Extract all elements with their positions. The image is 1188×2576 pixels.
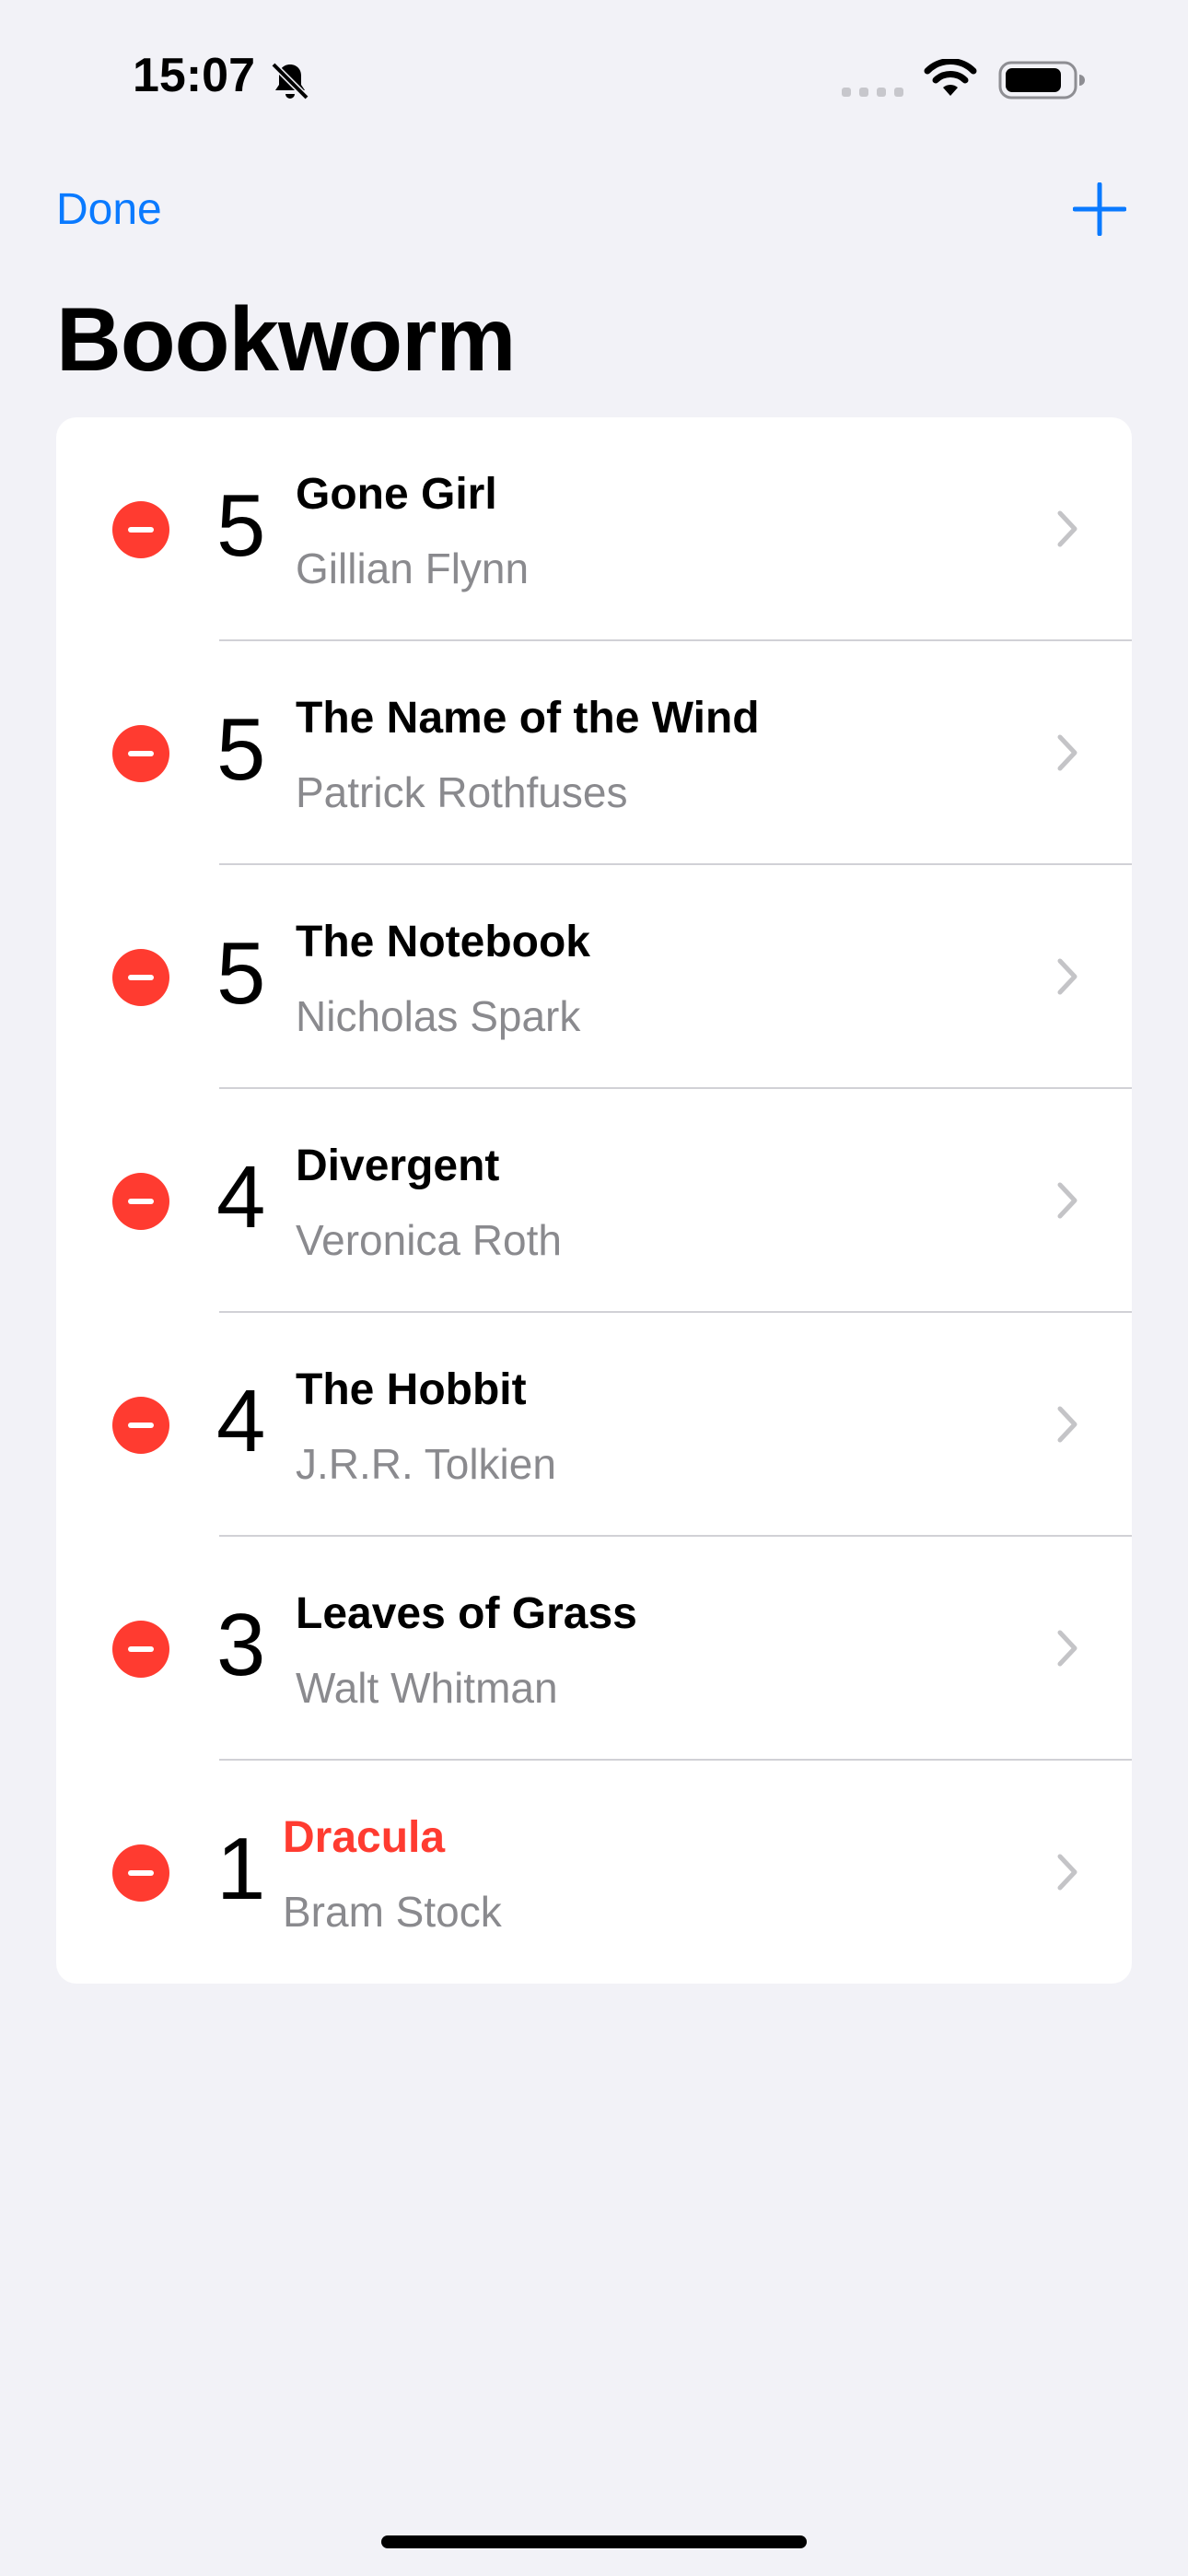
list-item[interactable]: 4 The Hobbit J.R.R. Tolkien xyxy=(56,1313,1132,1537)
book-rating: 5 xyxy=(216,924,266,1023)
status-time: 15:07 xyxy=(133,49,255,102)
book-author: Patrick Rothfuses xyxy=(296,768,628,816)
list-item[interactable]: 3 Leaves of Grass Walt Whitman xyxy=(56,1537,1132,1761)
book-title: The Notebook xyxy=(296,918,590,966)
chevron-right-icon xyxy=(1057,1406,1077,1443)
book-author: Walt Whitman xyxy=(296,1664,558,1712)
book-title: Leaves of Grass xyxy=(296,1589,637,1638)
wifi-icon xyxy=(924,59,977,96)
chevron-right-icon xyxy=(1057,510,1077,547)
chevron-right-icon xyxy=(1057,1630,1077,1667)
book-author: Gillian Flynn xyxy=(296,544,530,592)
cellular-signal-icon xyxy=(842,88,903,97)
book-rating: 5 xyxy=(216,476,266,575)
delete-circle-icon[interactable] xyxy=(112,1397,169,1454)
list-item[interactable]: 4 Divergent Veronica Roth xyxy=(56,1089,1132,1313)
book-title: The Hobbit xyxy=(296,1365,527,1414)
book-rating: 4 xyxy=(216,1372,266,1470)
chevron-right-icon xyxy=(1057,958,1077,995)
book-author: Nicholas Spark xyxy=(296,992,581,1040)
book-list: 5 Gone Girl Gillian Flynn 5 The Name of … xyxy=(56,417,1132,1984)
chevron-right-icon xyxy=(1057,1182,1077,1219)
done-button[interactable]: Done xyxy=(56,184,162,235)
battery-icon xyxy=(998,61,1085,100)
page-title: Bookworm xyxy=(56,288,516,390)
book-author: Bram Stock xyxy=(283,1888,502,1936)
delete-circle-icon[interactable] xyxy=(112,725,169,782)
book-rating: 4 xyxy=(216,1148,266,1247)
book-rating: 1 xyxy=(216,1820,266,1918)
chevron-right-icon xyxy=(1057,1854,1077,1891)
status-bar: 15:07 xyxy=(0,0,1188,157)
list-item[interactable]: 5 Gone Girl Gillian Flynn xyxy=(56,417,1132,641)
list-item[interactable]: 1 Dracula Bram Stock xyxy=(56,1761,1132,1984)
delete-circle-icon[interactable] xyxy=(112,1621,169,1678)
plus-icon[interactable] xyxy=(1073,182,1126,236)
list-item[interactable]: 5 The Name of the Wind Patrick Rothfuses xyxy=(56,641,1132,865)
delete-circle-icon[interactable] xyxy=(112,501,169,558)
book-title: Divergent xyxy=(296,1142,500,1190)
chevron-right-icon xyxy=(1057,734,1077,771)
delete-circle-icon[interactable] xyxy=(112,1844,169,1902)
book-rating: 5 xyxy=(216,700,266,799)
book-author: J.R.R. Tolkien xyxy=(296,1440,556,1488)
book-title: Gone Girl xyxy=(296,470,497,519)
delete-circle-icon[interactable] xyxy=(112,1173,169,1230)
delete-circle-icon[interactable] xyxy=(112,949,169,1006)
book-title: Dracula xyxy=(283,1813,446,1862)
book-rating: 3 xyxy=(216,1596,266,1694)
home-indicator[interactable] xyxy=(381,2535,807,2548)
book-author: Veronica Roth xyxy=(296,1216,562,1264)
list-item[interactable]: 5 The Notebook Nicholas Spark xyxy=(56,865,1132,1089)
book-title: The Name of the Wind xyxy=(296,694,760,743)
bell-slash-icon xyxy=(271,62,309,100)
